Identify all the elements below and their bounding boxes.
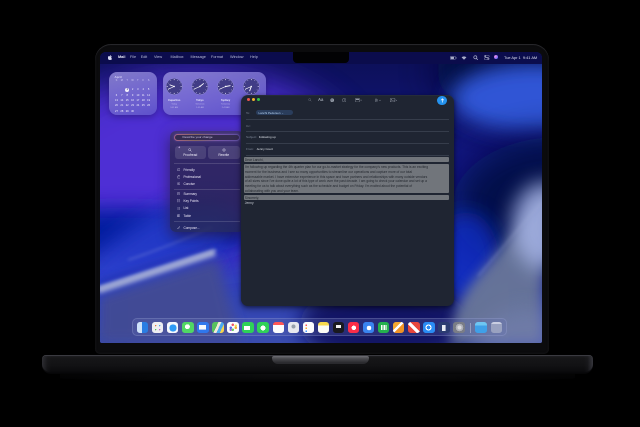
svg-text:2:41 AM: 2:41 AM [222, 105, 230, 108]
svg-text:Tokyo: Tokyo [196, 98, 204, 102]
svg-text:Tomorrow: Tomorrow [195, 102, 205, 105]
svg-text:Tomorrow: Tomorrow [221, 102, 231, 105]
svg-text:1:41 AM: 1:41 AM [196, 105, 204, 108]
svg-text:Cupertino: Cupertino [168, 98, 181, 102]
svg-text:9:41 AM: 9:41 AM [170, 105, 178, 108]
svg-text:Today: Today [171, 103, 178, 105]
svg-text:Sydney: Sydney [221, 98, 231, 102]
